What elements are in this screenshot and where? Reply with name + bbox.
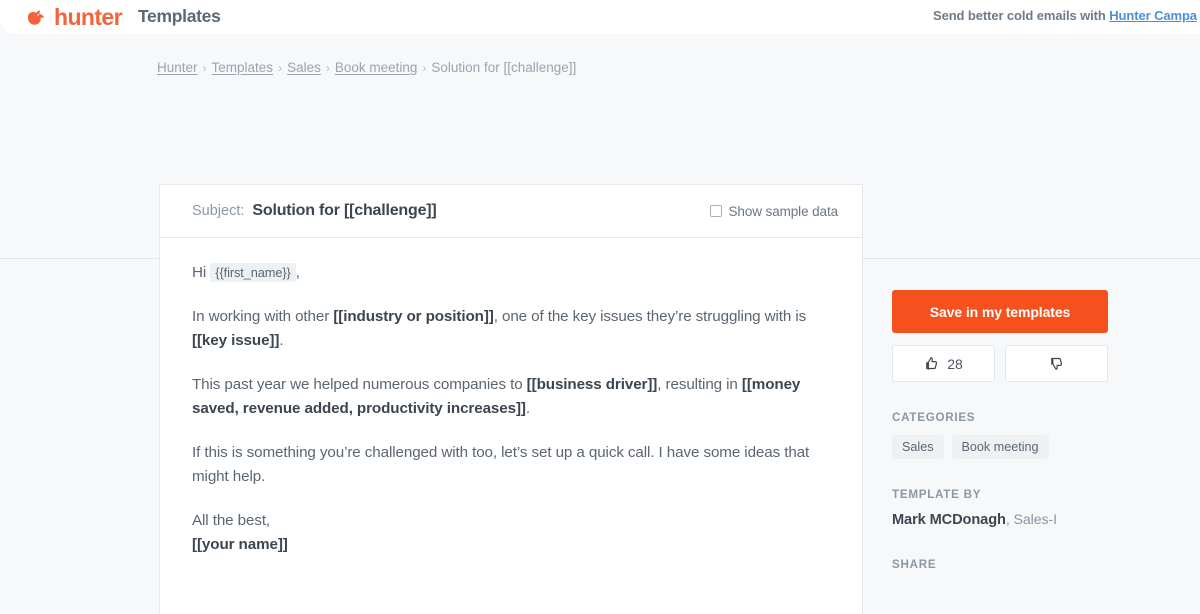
section-title: Templates: [137, 6, 221, 27]
template-sidebar: Save in my templates 28 CATEGORIES Sales…: [892, 290, 1108, 571]
email-paragraph-2: In working with other [[industry or posi…: [192, 305, 822, 353]
brand-name: hunter: [54, 3, 123, 30]
breadcrumb-item-sales[interactable]: Sales: [287, 60, 321, 75]
email-body: Hi {{first_name}}, In working with other…: [160, 238, 862, 557]
template-author: Mark MCDonagh, Sales-I: [892, 512, 1108, 528]
promo-text: Send better cold emails with: [933, 8, 1110, 23]
breadcrumb-item-book-meeting[interactable]: Book meeting: [335, 60, 418, 75]
breadcrumb-item-templates[interactable]: Templates: [212, 60, 274, 75]
thumbs-down-icon: [1051, 357, 1063, 370]
breadcrumb-separator: ›: [202, 61, 207, 75]
breadcrumb: Hunter › Templates › Sales › Book meeting › Solu…: [157, 59, 576, 77]
p2-bold-key-issue: [[key issue]]: [192, 332, 280, 349]
p3-bold-business-driver: [[business driver]]: [526, 376, 658, 393]
p3-part2: , resulting in: [657, 376, 742, 393]
p2-part2: , one of the key issues they’re struggli…: [493, 308, 807, 325]
author-role: , Sales-I: [1005, 512, 1057, 528]
upvote-count: 28: [947, 355, 963, 372]
thumbs-up-icon: [926, 357, 938, 370]
p3-part3: .: [525, 400, 530, 417]
email-template-card: Subject: Solution for [[challenge]] Show…: [159, 184, 863, 614]
breadcrumb-separator: ›: [422, 61, 427, 75]
share-heading: SHARE: [892, 558, 937, 571]
p2-bold-industry: [[industry or position]]: [333, 308, 494, 325]
email-greeting: Hi {{first_name}},: [192, 261, 822, 285]
categories-chip-list: Sales Book meeting: [892, 435, 1108, 459]
top-header-bar: hunter Templates Send better cold emails…: [0, 0, 1200, 34]
p2-part3: .: [279, 332, 284, 349]
email-card-header: Subject: Solution for [[challenge]] Show…: [160, 185, 862, 238]
category-chip-book-meeting[interactable]: Book meeting: [951, 435, 1049, 459]
hunter-bird-logo-icon: [27, 10, 45, 25]
breadcrumb-item-hunter[interactable]: Hunter: [157, 60, 198, 75]
hunter-campaigns-link[interactable]: Hunter Campa: [1109, 8, 1197, 23]
show-sample-data-toggle[interactable]: Show sample data: [709, 203, 839, 219]
vote-buttons-row: 28: [892, 345, 1108, 382]
greeting-prefix: Hi: [192, 264, 207, 281]
p2-part1: In working with other: [192, 308, 334, 325]
email-paragraph-3: This past year we helped numerous compan…: [192, 373, 822, 421]
p3-part1: This past year we helped numerous compan…: [192, 376, 527, 393]
author-name[interactable]: Mark MCDonagh: [892, 512, 1006, 528]
email-paragraph-4: If this is something you’re challenged w…: [192, 444, 810, 485]
breadcrumb-separator: ›: [278, 61, 283, 75]
subject-label: Subject:: [192, 203, 245, 219]
save-in-my-templates-button[interactable]: Save in my templates: [892, 290, 1108, 333]
promo-banner: Send better cold emails with Hunter Camp…: [933, 8, 1197, 23]
show-sample-data-checkbox[interactable]: [709, 205, 722, 217]
breadcrumb-separator: ›: [325, 61, 330, 75]
email-signoff: All the best,: [192, 512, 271, 529]
first-name-token[interactable]: {{first_name}}: [210, 263, 296, 282]
upvote-button[interactable]: 28: [892, 345, 995, 382]
categories-heading: CATEGORIES: [892, 411, 976, 424]
email-signoff-block: All the best, [[your name]]: [192, 509, 822, 557]
brand-logo-group[interactable]: hunter Templates: [25, 3, 221, 30]
show-sample-data-label: Show sample data: [728, 203, 839, 219]
template-by-heading: TEMPLATE BY: [892, 488, 982, 501]
greeting-suffix: ,: [295, 264, 300, 281]
category-chip-sales[interactable]: Sales: [892, 435, 944, 459]
email-signature-token: [[your name]]: [192, 536, 288, 553]
downvote-button[interactable]: [1005, 345, 1108, 382]
subject-value: Solution for [[challenge]]: [252, 202, 437, 219]
breadcrumb-item-current: Solution for [[challenge]]: [431, 60, 577, 75]
